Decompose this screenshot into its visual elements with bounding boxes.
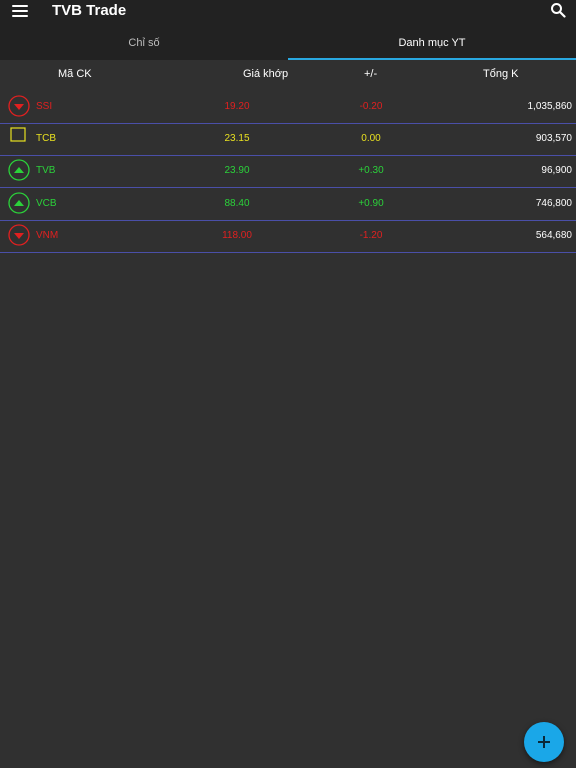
row-symbol: VCB [36, 198, 57, 209]
row-volume: 1,035,860 [527, 101, 573, 112]
header-volume: Tổng K [483, 68, 519, 80]
menu-icon[interactable] [12, 4, 30, 18]
header-symbol: Mã CK [58, 68, 92, 80]
row-change: 0.00 [361, 133, 381, 144]
table-row[interactable]: SSI 19.20 -0.20 1,035,860 [0, 91, 576, 124]
table-row[interactable]: VCB 88.40 +0.90 746,800 [0, 188, 576, 221]
arrow-up-circle-icon [8, 192, 30, 214]
table-row[interactable]: TVB 23.90 +0.30 96,900 [0, 155, 576, 188]
plus-icon [538, 736, 550, 748]
row-volume: 903,570 [535, 133, 572, 144]
app-title: TVB Trade [52, 2, 127, 19]
row-price: 88.40 [224, 198, 250, 209]
table-header: Mã CK Giá khớp +/- Tổng K [0, 60, 576, 90]
row-volume: 564,680 [535, 230, 572, 241]
row-change: +0.30 [358, 165, 384, 176]
arrow-up-circle-icon [8, 159, 30, 181]
row-price: 19.20 [224, 101, 250, 112]
row-change: -1.20 [359, 230, 383, 241]
square-outline-icon [8, 127, 30, 149]
row-volume: 746,800 [535, 198, 572, 209]
row-price: 23.90 [224, 165, 250, 176]
table-row[interactable]: VNM 118.00 -1.20 564,680 [0, 220, 576, 253]
tab-chi-so[interactable]: Chỉ số [0, 30, 288, 58]
search-icon[interactable] [550, 2, 566, 18]
row-symbol: SSI [36, 101, 53, 112]
row-change: -0.20 [359, 101, 383, 112]
row-volume: 96,900 [541, 165, 572, 176]
row-symbol: TCB [36, 133, 56, 144]
arrow-down-circle-icon [8, 224, 30, 246]
header-change: +/- [364, 68, 378, 80]
row-change: +0.90 [358, 198, 384, 209]
row-symbol: VNM [36, 230, 59, 241]
app-bar: TVB Trade Chỉ số Danh mục YT [0, 0, 576, 60]
tab-danh-muc-yt[interactable]: Danh mục YT [288, 30, 576, 58]
row-price: 118.00 [222, 230, 252, 241]
row-price: 23.15 [224, 133, 250, 144]
arrow-down-circle-icon [8, 95, 30, 117]
table-row[interactable]: TCB 23.15 0.00 903,570 [0, 123, 576, 156]
add-button[interactable] [524, 722, 564, 762]
header-price: Giá khớp [243, 68, 289, 80]
row-symbol: TVB [36, 165, 56, 176]
